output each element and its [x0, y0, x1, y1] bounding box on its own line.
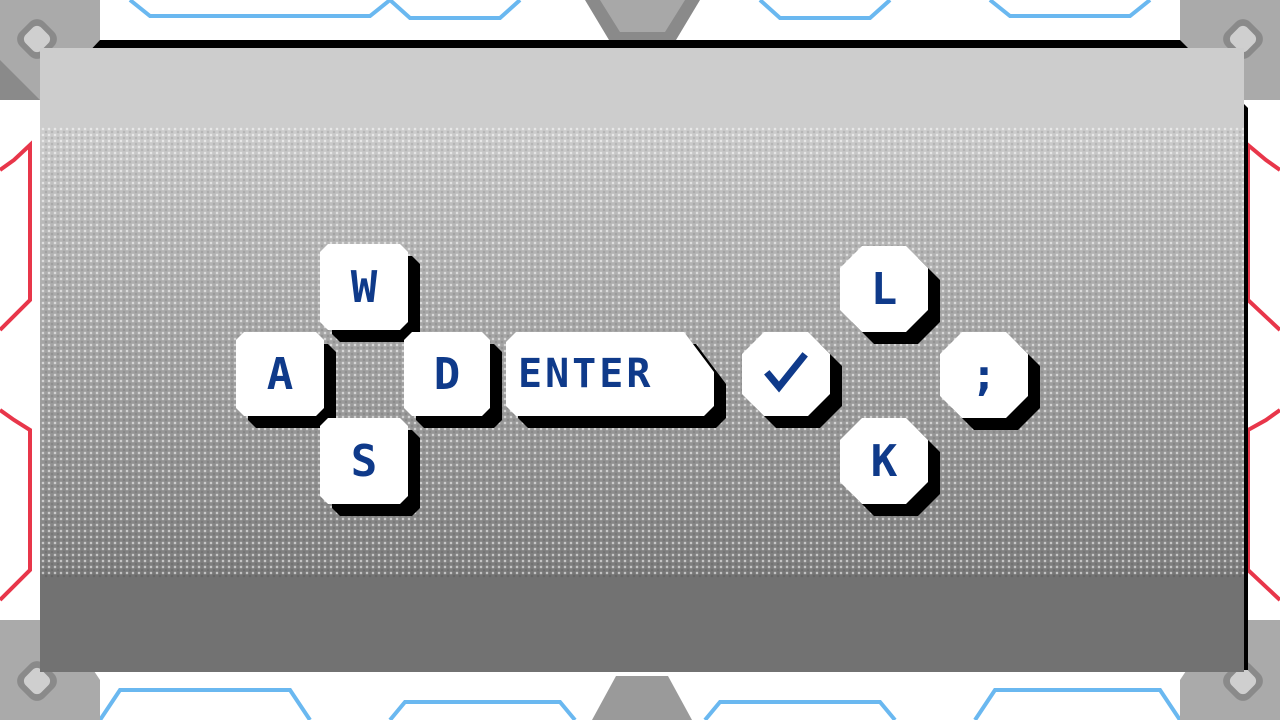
- key-enter[interactable]: ENTER: [506, 332, 714, 416]
- bottom-accent-line-right-2: [973, 688, 1182, 720]
- key-w-label: W: [320, 244, 408, 330]
- key-s-label: S: [320, 418, 408, 504]
- bottom-accent-line-right: [703, 700, 897, 720]
- top-accent-line-right: [758, 0, 892, 20]
- right-accent-line-top: [1246, 140, 1280, 332]
- bottom-accent-line-left-2: [388, 700, 577, 720]
- key-k-label: K: [840, 418, 928, 504]
- key-d[interactable]: D: [404, 332, 490, 416]
- key-a[interactable]: A: [236, 332, 324, 416]
- key-w[interactable]: W: [320, 244, 408, 330]
- left-accent-line-bottom: [0, 408, 32, 602]
- bottom-accent-line-left: [98, 688, 312, 720]
- key-a-label: A: [236, 332, 324, 416]
- bottom-center-notch: [592, 676, 692, 720]
- key-k[interactable]: K: [840, 418, 928, 504]
- key-l-label: L: [840, 246, 928, 332]
- top-accent-line-right-2: [988, 0, 1152, 18]
- check-icon: [763, 351, 809, 397]
- key-l[interactable]: L: [840, 246, 928, 332]
- right-accent-line-bottom: [1246, 408, 1280, 602]
- key-confirm-face: [742, 332, 830, 416]
- key-s[interactable]: S: [320, 418, 408, 504]
- key-enter-label: ENTER: [506, 332, 714, 416]
- key-confirm[interactable]: [742, 332, 830, 416]
- key-d-label: D: [404, 332, 490, 416]
- key-semicolon-label: ;: [940, 332, 1028, 418]
- left-accent-line-top: [0, 140, 32, 332]
- key-semicolon[interactable]: ;: [940, 332, 1028, 418]
- top-accent-line-left: [128, 0, 392, 18]
- top-accent-line-left-2: [388, 0, 522, 20]
